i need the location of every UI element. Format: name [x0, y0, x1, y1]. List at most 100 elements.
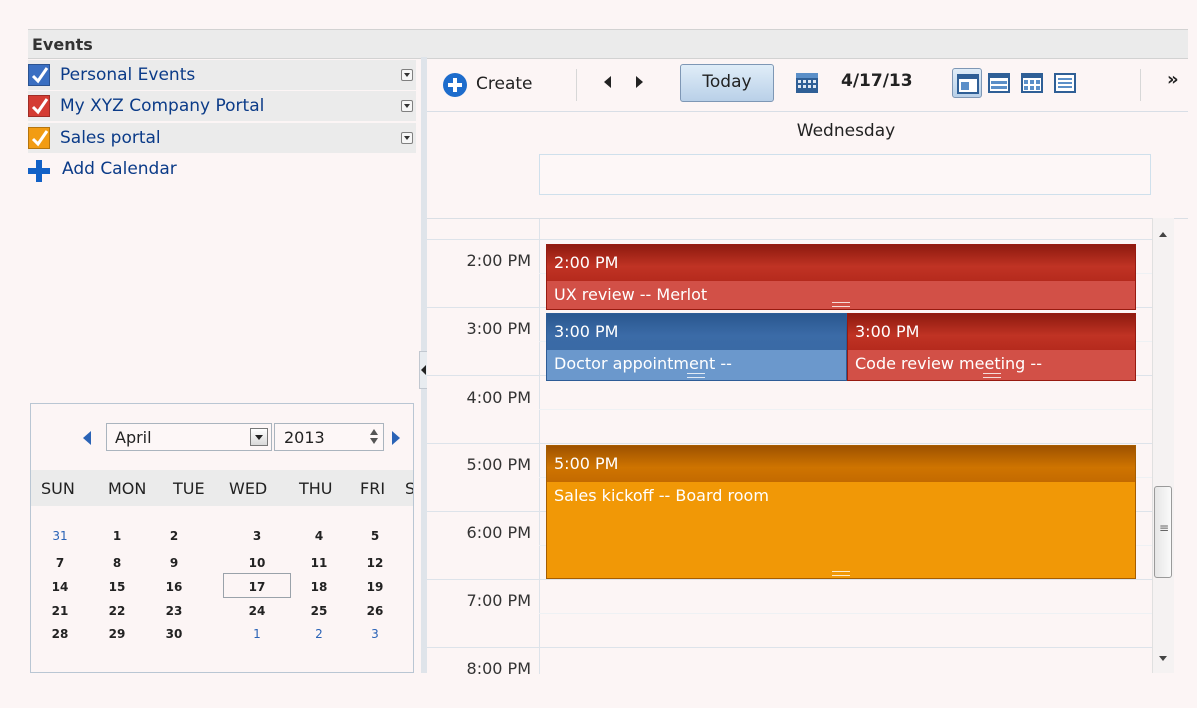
event-code-review-meeting[interactable]: 3:00 PM Code review meeting -- [847, 313, 1136, 381]
calendar-day[interactable]: 21 [36, 604, 84, 618]
weekday-header: TUE [173, 479, 205, 498]
all-day-area[interactable] [539, 154, 1151, 195]
resize-grip-icon[interactable] [983, 373, 1001, 378]
vertical-scrollbar[interactable] [1152, 218, 1174, 673]
day-name: Wednesday [796, 121, 896, 141]
calendar-day[interactable]: 23 [150, 604, 198, 618]
add-circle-icon [443, 73, 467, 97]
scroll-thumb[interactable] [1154, 486, 1172, 578]
add-calendar-link[interactable]: Add Calendar [28, 158, 228, 184]
today-button[interactable]: Today [680, 64, 774, 102]
week-view-button[interactable] [984, 68, 1014, 98]
day-view-button[interactable] [952, 68, 982, 98]
event-sales-kickoff[interactable]: 5:00 PM Sales kickoff -- Board room [546, 445, 1136, 579]
calendar-day[interactable]: 1 [93, 529, 141, 543]
calendar-day[interactable]: 2 [150, 529, 198, 543]
calendar-day[interactable]: 11 [295, 556, 343, 570]
month-view-button[interactable] [1017, 68, 1047, 98]
resize-grip-icon[interactable] [687, 373, 705, 378]
calendar-day[interactable]: 1 [233, 627, 281, 641]
calendar-day[interactable]: 4 [295, 529, 343, 543]
calendar-day[interactable]: 14 [36, 580, 84, 594]
overflow-menu-icon[interactable]: » [1167, 69, 1179, 90]
calendar-day[interactable]: 28 [36, 627, 84, 641]
time-label: 6:00 PM [466, 523, 531, 542]
resize-grip-icon[interactable] [832, 571, 850, 576]
event-doctor-appointment[interactable]: 3:00 PM Doctor appointment -- [546, 313, 847, 381]
calendar-day[interactable]: 16 [150, 580, 198, 594]
half-hour-line [539, 613, 1154, 614]
create-button[interactable]: Create [443, 69, 573, 99]
dropdown-arrow-icon[interactable] [250, 428, 268, 446]
calendar-day[interactable]: 8 [93, 556, 141, 570]
calendar-day[interactable]: 12 [351, 556, 399, 570]
scroll-down-icon[interactable] [1159, 656, 1167, 661]
checkmark-icon[interactable] [28, 95, 50, 117]
event-time: 5:00 PM [554, 454, 619, 473]
calendar-day[interactable]: 26 [351, 604, 399, 618]
calendar-item-personal-events[interactable]: Personal Events [28, 60, 416, 90]
calendar-day[interactable]: 15 [93, 580, 141, 594]
weekday-header: SUN [41, 479, 75, 498]
hour-line [427, 579, 1154, 580]
calendar-day[interactable]: 2 [295, 627, 343, 641]
time-grid[interactable]: 2:00 PM 3:00 PM 4:00 PM 5:00 PM 6:00 PM … [427, 219, 1154, 674]
chevron-down-icon[interactable] [401, 132, 413, 144]
calendar-day[interactable]: 24 [233, 604, 281, 618]
calendar-day[interactable]: 29 [93, 627, 141, 641]
create-label: Create [476, 74, 533, 94]
year-spinner[interactable]: 2013 [274, 423, 384, 451]
hour-line [427, 239, 1154, 240]
list-view-button[interactable] [1050, 68, 1080, 98]
time-label: 7:00 PM [466, 591, 531, 610]
chevron-down-icon[interactable] [401, 100, 413, 112]
calendar-day[interactable]: 3 [351, 627, 399, 641]
calendar-day[interactable]: 5 [351, 529, 399, 543]
calendar-day[interactable]: 10 [233, 556, 281, 570]
calendar-day[interactable]: 25 [295, 604, 343, 618]
hour-line [427, 443, 1154, 444]
calendar-picker-icon[interactable] [795, 71, 819, 95]
weekday-header: FRI [360, 479, 386, 498]
add-calendar-label: Add Calendar [62, 159, 177, 179]
mini-calendar: April 2013 SUN MON TUE WED THU FRI S 31 … [30, 403, 414, 673]
chevron-down-icon[interactable] [401, 69, 413, 81]
event-time: 2:00 PM [554, 253, 619, 272]
calendar-day[interactable]: 19 [351, 580, 399, 594]
next-month-icon[interactable] [392, 431, 400, 445]
hour-line [427, 647, 1154, 648]
event-title: Sales kickoff -- Board room [554, 486, 769, 505]
previous-month-icon[interactable] [83, 431, 91, 445]
calendar-day[interactable]: 30 [150, 627, 198, 641]
year-value: 2013 [284, 428, 325, 447]
weekday-header: THU [299, 479, 333, 498]
spinner-arrows-icon[interactable] [368, 428, 382, 446]
calendar-day-selected[interactable]: 17 [233, 580, 281, 594]
calendar-item-my-xyz-company-portal[interactable]: My XYZ Company Portal [28, 91, 416, 121]
checkmark-icon[interactable] [28, 64, 50, 86]
event-title: Code review meeting -- [855, 354, 1042, 373]
calendar-toolbar: Create Today 4/17/13 » [427, 59, 1188, 111]
event-ux-review[interactable]: 2:00 PM UX review -- Merlot [546, 244, 1136, 310]
calendar-item-sales-portal[interactable]: Sales portal [28, 123, 416, 153]
month-select[interactable]: April [106, 423, 272, 451]
plus-icon [28, 160, 50, 182]
calendar-day[interactable]: 9 [150, 556, 198, 570]
calendar-day[interactable]: 18 [295, 580, 343, 594]
scroll-up-icon[interactable] [1159, 232, 1167, 237]
time-label: 5:00 PM [466, 455, 531, 474]
event-title: UX review -- Merlot [554, 285, 708, 304]
weekday-header-row: SUN MON TUE WED THU FRI S [31, 470, 413, 506]
calendar-item-label: Personal Events [60, 65, 196, 85]
day-view: Wednesday 2:00 PM 3:00 PM 4:00 PM 5:00 P… [427, 111, 1188, 674]
calendar-day[interactable]: 22 [93, 604, 141, 618]
calendar-day[interactable]: 3 [233, 529, 281, 543]
calendar-day[interactable]: 7 [36, 556, 84, 570]
checkmark-icon[interactable] [28, 127, 50, 149]
previous-day-icon[interactable] [604, 76, 611, 88]
resize-grip-icon[interactable] [832, 302, 850, 307]
next-day-icon[interactable] [636, 76, 643, 88]
list-view-icon [1054, 73, 1076, 93]
calendar-day[interactable]: 31 [36, 529, 84, 543]
panel-title: Events [32, 35, 93, 54]
